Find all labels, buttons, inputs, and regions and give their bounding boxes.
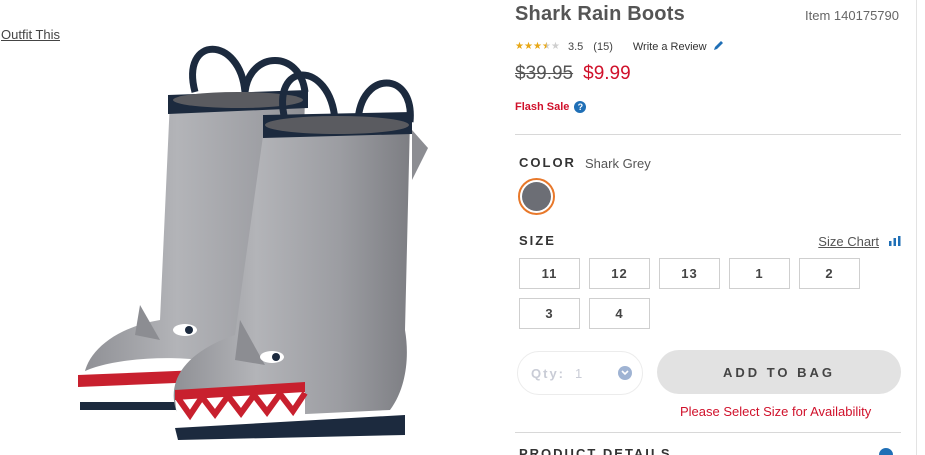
add-to-bag-button[interactable]: ADD TO BAG <box>657 350 901 394</box>
chevron-down-icon <box>618 366 632 380</box>
size-option-11[interactable]: 11 <box>519 258 580 289</box>
flash-sale-label: Flash Sale <box>515 101 570 113</box>
flash-sale-badge: Flash Sale ? <box>515 101 587 113</box>
rating-row: ★ ★ ★ ★ ★ 3.5 (15) Write a Review <box>515 40 724 54</box>
size-chart-link[interactable]: Size Chart <box>818 234 901 249</box>
bar-chart-icon <box>889 234 901 249</box>
quantity-label: Qty: <box>531 365 565 381</box>
color-value: Shark Grey <box>585 156 651 171</box>
quantity-selector[interactable]: Qty: 1 <box>517 351 643 395</box>
swatch-fill <box>522 182 551 211</box>
size-option-12[interactable]: 12 <box>589 258 650 289</box>
color-swatch-shark-grey[interactable] <box>518 178 555 215</box>
info-icon[interactable]: ? <box>574 101 587 113</box>
panel-divider <box>916 0 917 455</box>
sale-price: $9.99 <box>583 63 631 84</box>
product-title: Shark Rain Boots <box>515 3 685 25</box>
divider <box>515 432 901 433</box>
shark-rain-boots-image <box>78 45 428 440</box>
star-icon: ★ <box>515 41 524 52</box>
size-option-13[interactable]: 13 <box>659 258 720 289</box>
size-label: SIZE <box>519 233 556 248</box>
size-option-3[interactable]: 3 <box>519 298 580 329</box>
price-row: $39.95 $9.99 <box>515 63 631 85</box>
original-price: $39.95 <box>515 63 574 84</box>
product-details-heading[interactable]: PRODUCT DETAILS <box>519 446 672 455</box>
review-count[interactable]: (15) <box>593 41 613 53</box>
size-warning: Please Select Size for Availability <box>680 404 872 419</box>
size-option-2[interactable]: 2 <box>799 258 860 289</box>
outfit-this-link[interactable]: Outfit This <box>1 27 60 42</box>
star-icon: ★ <box>533 41 542 52</box>
star-icon: ★ <box>524 41 533 52</box>
color-label: COLOR <box>519 155 576 170</box>
item-number: Item 140175790 <box>805 8 899 23</box>
plus-circle-icon[interactable] <box>879 448 893 455</box>
quantity-value: 1 <box>575 365 585 381</box>
star-half-icon: ★ <box>542 41 551 52</box>
size-option-4[interactable]: 4 <box>589 298 650 329</box>
star-empty-icon: ★ <box>551 41 560 52</box>
size-option-1[interactable]: 1 <box>729 258 790 289</box>
write-review-link[interactable]: Write a Review <box>633 41 707 53</box>
product-image <box>60 30 440 450</box>
product-info-panel: Shark Rain Boots Item 140175790 ★ ★ ★ ★ … <box>515 0 901 455</box>
divider <box>515 134 901 135</box>
size-chart-label: Size Chart <box>818 234 879 249</box>
star-rating[interactable]: ★ ★ ★ ★ ★ <box>515 42 560 52</box>
rating-value: 3.5 <box>568 41 584 53</box>
pencil-icon[interactable] <box>713 40 724 54</box>
